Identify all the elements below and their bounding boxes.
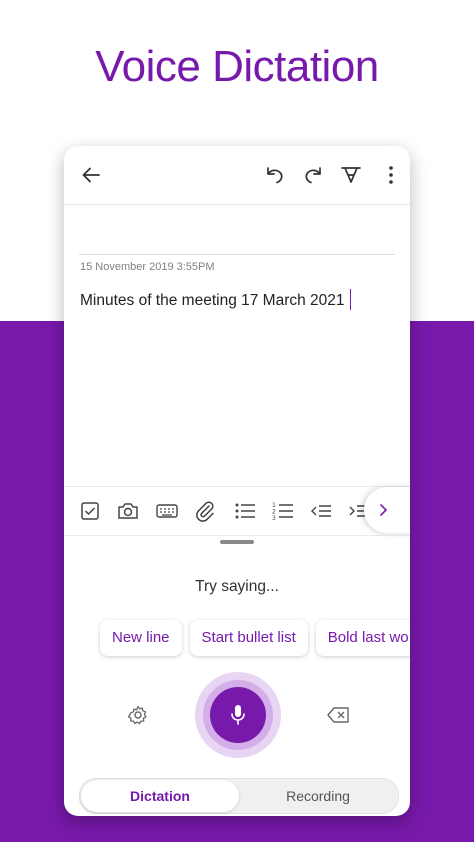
toolbar-expand-button[interactable]: [364, 487, 410, 533]
title-divider: [79, 254, 395, 255]
suggestion-chip[interactable]: Start bullet list: [189, 620, 308, 656]
note-body[interactable]: Minutes of the meeting 17 March 2021: [80, 289, 352, 310]
suggestion-chips: New line Start bullet list Bold last wo: [100, 620, 410, 658]
top-app-bar: [64, 146, 410, 205]
microphone-inner-ring: [203, 680, 273, 750]
more-vertical-icon: [389, 166, 393, 184]
undo-button[interactable]: [260, 160, 290, 190]
numbered-list-button[interactable]: 123: [270, 499, 296, 523]
backspace-icon: [327, 707, 349, 723]
pen-button[interactable]: [336, 160, 366, 190]
back-arrow-icon: [82, 167, 100, 183]
keyboard-button[interactable]: [154, 499, 180, 523]
redo-icon: [305, 167, 321, 184]
gear-icon: [127, 705, 147, 725]
microphone-button[interactable]: [210, 687, 266, 743]
note-date: 15 November 2019 3:55PM: [80, 261, 215, 273]
attach-icon: [196, 501, 214, 522]
attach-button[interactable]: [192, 499, 218, 523]
checkbox-icon: [81, 502, 99, 520]
dictation-settings-button[interactable]: [124, 701, 152, 729]
outdent-button[interactable]: [309, 499, 335, 523]
redo-button[interactable]: [298, 160, 328, 190]
more-options-button[interactable]: [376, 160, 406, 190]
tab-dictation[interactable]: Dictation: [81, 780, 239, 812]
numbered-list-icon: 123: [272, 502, 293, 521]
outdent-icon: [311, 505, 331, 517]
microphone-pulse-ring: [195, 672, 281, 758]
app-window: 15 November 2019 3:55PM Minutes of the m…: [64, 146, 410, 816]
camera-button[interactable]: [115, 499, 141, 523]
chevron-right-icon: [380, 504, 388, 516]
bullet-list-icon: [235, 503, 255, 519]
formatting-toolbar: 123: [64, 486, 410, 536]
bullet-list-button[interactable]: [232, 499, 258, 523]
microphone-icon: [231, 705, 245, 725]
suggestion-chip[interactable]: New line: [100, 620, 182, 656]
pen-icon: [341, 167, 361, 183]
undo-icon: [267, 167, 283, 184]
promo-headline: Voice Dictation: [95, 42, 379, 91]
camera-icon: [118, 503, 138, 519]
keyboard-icon: [156, 504, 178, 518]
svg-text:3: 3: [272, 515, 276, 521]
back-button[interactable]: [76, 160, 106, 190]
dictation-prompt: Try saying...: [195, 578, 279, 595]
mode-switcher: Dictation Recording: [79, 778, 399, 814]
drag-handle[interactable]: [220, 540, 254, 544]
text-cursor: [349, 289, 352, 310]
backspace-button[interactable]: [324, 701, 352, 729]
checkbox-button[interactable]: [77, 499, 103, 523]
suggestion-chip[interactable]: Bold last wo: [315, 620, 410, 656]
note-body-text: Minutes of the meeting 17 March 2021: [80, 292, 345, 309]
tab-recording[interactable]: Recording: [239, 780, 397, 812]
